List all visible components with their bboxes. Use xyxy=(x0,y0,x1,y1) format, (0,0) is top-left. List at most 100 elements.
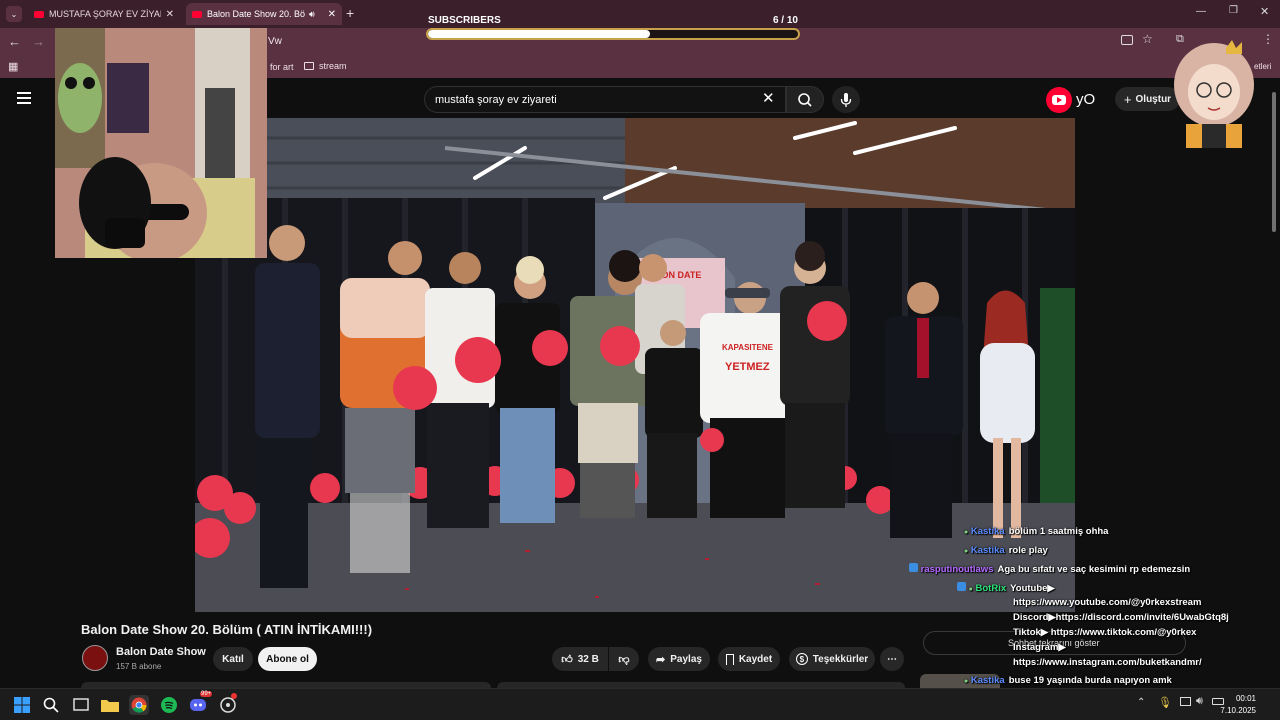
task-view-icon[interactable] xyxy=(71,695,91,715)
cast-icon[interactable] xyxy=(1121,35,1133,45)
system-clock[interactable]: 00:01 7.10.2025 xyxy=(1220,693,1256,717)
video-frame-scene: BALON DATE KAPASITENE YETMEZ xyxy=(195,118,1075,612)
voice-search-button[interactable] xyxy=(832,86,860,113)
youtube-logo-icon[interactable] xyxy=(1046,87,1072,113)
forward-icon[interactable]: → xyxy=(32,34,45,49)
youtube-favicon-icon xyxy=(192,10,202,18)
tab-mustafa[interactable]: MUSTAFA ŞORAY EV ZİYARETİ - ✕ xyxy=(28,3,180,25)
chat-message-continued: https://www.youtube.com/@y0rkexstream xyxy=(1013,597,1202,608)
video-title: Balon Date Show 20. Bölüm ( ATIN İNTİKAM… xyxy=(81,622,373,637)
apps-grid-icon[interactable]: ▦ xyxy=(8,60,18,73)
thanks-button[interactable]: $ Teşekkürler xyxy=(789,647,875,671)
new-tab-button[interactable]: + xyxy=(346,5,354,21)
like-count: 32 B xyxy=(577,653,599,665)
tray-volume-icon[interactable]: 🔊︎ xyxy=(1196,695,1203,708)
scrollbar[interactable] xyxy=(1272,92,1276,232)
thumbs-down-icon: 👎︎ xyxy=(618,653,630,666)
join-button[interactable]: Katıl xyxy=(213,647,253,671)
bookmark-icon xyxy=(725,653,734,665)
chat-message-continued: Instagram▶ xyxy=(1013,642,1066,653)
search-query: mustafa şoray ev ziyareti xyxy=(435,94,557,106)
video-player[interactable]: BALON DATE KAPASITENE YETMEZ xyxy=(195,118,1075,612)
goal-count: 6 / 10 xyxy=(772,15,798,26)
thanks-label: Teşekkürler xyxy=(812,653,869,665)
discord-icon[interactable]: 99+ xyxy=(188,691,213,715)
save-button[interactable]: Kaydet xyxy=(718,647,780,671)
chat-badge-icon xyxy=(909,563,918,572)
streamer-webcam xyxy=(55,28,267,258)
vtuber-avatar-sticker xyxy=(1172,40,1256,148)
stream-logo-text: yO xyxy=(1076,91,1096,108)
chat-text: Youtube▶ xyxy=(1010,583,1055,594)
tab-list-button[interactable]: ⌄ xyxy=(6,6,22,22)
menu-dots-icon[interactable]: ⋮ xyxy=(1262,32,1274,46)
tray-overflow-icon[interactable]: ⌃ xyxy=(1137,697,1145,708)
tray-network-icon[interactable] xyxy=(1180,697,1191,706)
speaker-icon[interactable]: 🔊︎ xyxy=(309,9,315,20)
chat-text: Aga bu sıfatı ve saç kesimini rp edemezs… xyxy=(997,564,1191,575)
hamburger-menu-icon[interactable] xyxy=(17,92,31,104)
chat-badge-icon: ● xyxy=(968,586,973,593)
chat-message: rasputinoutlaws Aga bu sıfatı ve saç kesi… xyxy=(909,563,1190,575)
avatar-illustration xyxy=(1174,40,1254,148)
clear-search-icon[interactable]: ✕ xyxy=(762,89,775,107)
goal-title: SUBSCRIBERS xyxy=(428,15,501,26)
dislike-button[interactable]: 👎︎ xyxy=(609,647,639,671)
goal-progress-bar xyxy=(426,28,800,40)
share-button[interactable]: ➦ Paylaş xyxy=(648,647,710,671)
file-explorer-icon[interactable] xyxy=(100,695,120,715)
search-input[interactable]: mustafa şoray ev ziyareti xyxy=(424,86,786,113)
spotify-icon[interactable] xyxy=(159,695,179,715)
close-tab-icon[interactable]: ✕ xyxy=(166,9,174,20)
close-window-button[interactable]: ✕ xyxy=(1260,5,1269,18)
bookmark-stream[interactable]: stream xyxy=(304,61,347,71)
back-icon[interactable]: ← xyxy=(8,34,21,49)
chat-username: Kastika xyxy=(970,545,1005,556)
thumbs-up-icon: 👍︎ xyxy=(561,653,573,666)
bookmark-for-art[interactable]: for art xyxy=(270,62,294,72)
clock-date: 7.10.2025 xyxy=(1220,706,1256,715)
chat-message: ● Kastika bölüm 1 saatmiş ohha xyxy=(964,526,1108,537)
restore-button[interactable]: ❐ xyxy=(1229,5,1238,16)
close-tab-icon[interactable]: ✕ xyxy=(328,9,336,20)
chat-message-continued: Discord▶https://discord.com/invite/6Uwab… xyxy=(1013,612,1229,623)
tab-label: MUSTAFA ŞORAY EV ZİYARETİ - xyxy=(49,9,161,19)
create-button[interactable]: + Oluştur xyxy=(1115,87,1180,111)
like-button[interactable]: 👍︎ 32 B xyxy=(552,647,608,671)
bookmark-star-icon[interactable]: ☆ xyxy=(1142,32,1153,46)
chat-text: role play xyxy=(1008,545,1048,556)
chat-username: Kastika xyxy=(970,675,1005,686)
tab-balon-date[interactable]: Balon Date Show 20. Bölüm 🔊︎ ✕ xyxy=(186,3,342,25)
taskbar-search-icon[interactable] xyxy=(41,695,61,715)
join-label: Katıl xyxy=(222,653,244,665)
all-bookmarks-fragment[interactable]: etleri xyxy=(1254,62,1271,71)
microphone-icon xyxy=(840,93,852,107)
chat-message: ● Kastika buse 19 yaşında burda napıyon a… xyxy=(964,675,1172,686)
more-dots-icon: ⋯ xyxy=(887,653,897,665)
chat-username: BotRix xyxy=(975,583,1007,594)
minimize-button[interactable]: — xyxy=(1196,6,1206,17)
channel-avatar[interactable] xyxy=(82,645,108,671)
chat-text: bölüm 1 saatmiş ohha xyxy=(1008,526,1109,537)
windows-taskbar: 99+ ⌃ 🎙︎ 🔊︎ xyxy=(0,688,1280,720)
search-button[interactable] xyxy=(786,86,824,113)
chat-message-continued: Tiktok▶ https://www.tiktok.com/@y0rkex xyxy=(1013,627,1197,638)
more-actions-button[interactable]: ⋯ xyxy=(880,647,904,671)
chat-badge-icon: ● xyxy=(964,678,969,685)
chat-message: ● BotRix Youtube▶ xyxy=(957,582,1055,594)
chrome-icon[interactable] xyxy=(129,695,149,715)
chat-username: rasputinoutlaws xyxy=(920,564,994,575)
plus-icon: + xyxy=(1123,91,1132,107)
share-icon: ➦ xyxy=(656,653,666,666)
windows-start-icon[interactable] xyxy=(12,695,32,715)
url-fragment: Vw xyxy=(268,36,282,47)
channel-name[interactable]: Balon Date Show xyxy=(116,646,206,658)
dollar-icon: $ xyxy=(795,653,808,665)
tray-microphone-icon[interactable]: 🎙︎ xyxy=(1158,696,1172,709)
subscribe-button[interactable]: Abone ol xyxy=(258,647,317,671)
goal-progress-fill xyxy=(428,30,650,38)
obs-icon[interactable] xyxy=(218,693,238,715)
subscriber-goal-widget: SUBSCRIBERS 6 / 10 xyxy=(426,13,802,43)
share-label: Paylaş xyxy=(670,653,702,665)
create-label: Oluştur xyxy=(1135,93,1172,105)
